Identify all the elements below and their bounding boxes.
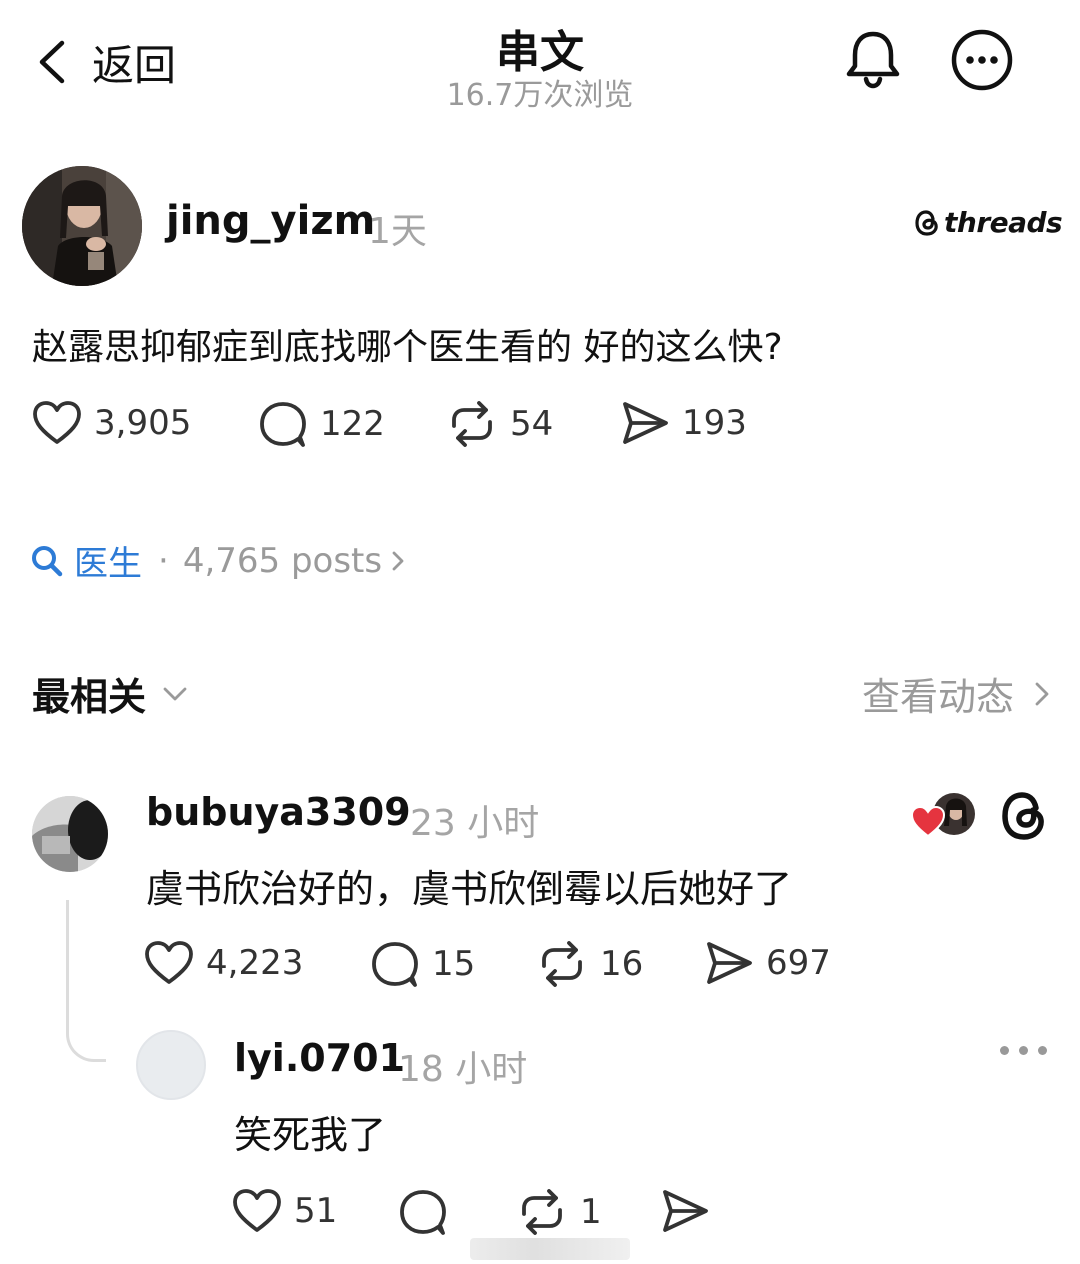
liked-avatar-icon (910, 793, 975, 838)
view-count: 16.7万次浏览 (446, 78, 634, 113)
share-count: 697 (766, 943, 831, 983)
comment-time: 23 小时 (410, 803, 540, 844)
share-button[interactable]: 193 (620, 400, 747, 446)
chevron-down-icon (163, 687, 187, 700)
send-icon (707, 942, 752, 984)
dot (1019, 1046, 1028, 1055)
comment-author-avatar[interactable] (32, 796, 108, 872)
heart-icon (33, 401, 81, 444)
comment-body: 虞书欣治好的，虞书欣倒霉以后她好了 (146, 867, 793, 911)
avatar-photo (32, 796, 108, 872)
threads-logo: threads (914, 206, 1063, 239)
reply-like-button[interactable]: 51 (232, 1188, 337, 1234)
sort-label: 最相关 (32, 675, 147, 719)
topic-tag[interactable]: 医生 · 4,765 posts (30, 536, 406, 585)
author-liked-badge (910, 792, 976, 840)
reply-comment-button[interactable] (398, 1188, 448, 1236)
comment-like-button[interactable]: 4,223 (144, 940, 303, 986)
share-count: 193 (682, 403, 747, 443)
notification-button[interactable] (842, 28, 904, 90)
sort-dropdown[interactable]: 最相关 (32, 666, 188, 721)
activity-label: 查看动态 (861, 675, 1014, 719)
tag-separator: · (158, 540, 169, 581)
repost-count: 54 (510, 404, 554, 444)
post-time: 1天 (368, 211, 427, 252)
post-author-avatar[interactable] (22, 166, 142, 286)
comment-button[interactable]: 122 (258, 400, 385, 448)
bell-icon (846, 31, 900, 89)
threads-icon (915, 209, 938, 236)
dot (1000, 1046, 1009, 1055)
like-button[interactable]: 3,905 (32, 400, 191, 446)
comment-count: 15 (432, 944, 476, 984)
reply-body: 笑死我了 (234, 1113, 387, 1157)
avatar-photo (22, 166, 142, 286)
comment-share-button[interactable]: 697 (704, 940, 831, 986)
heart-icon (145, 941, 193, 984)
tag-name: 医生 (74, 544, 142, 584)
comment-bubble-icon (372, 942, 418, 987)
reply-more-button[interactable] (1000, 1046, 1047, 1055)
search-icon (32, 545, 63, 576)
watermark (470, 1238, 630, 1260)
heart-icon (233, 1189, 281, 1232)
more-circle-icon (951, 29, 1013, 91)
threads-reply-button[interactable] (1000, 790, 1048, 846)
like-count: 51 (294, 1191, 338, 1231)
repost-count: 16 (600, 944, 644, 984)
dot (1038, 1046, 1047, 1055)
post-username[interactable]: jing_yizm (166, 198, 375, 244)
comment-bubble-icon (400, 1190, 446, 1235)
send-icon (623, 402, 668, 444)
repost-icon (452, 401, 492, 447)
post-body: 赵露思抑郁症到底找哪个医生看的 好的这么快? (32, 327, 783, 368)
reply-time: 18 小时 (398, 1049, 528, 1090)
reply-thread-line (66, 900, 106, 1062)
comment-reply-button[interactable]: 15 (370, 940, 475, 988)
like-count: 3,905 (94, 403, 192, 443)
threads-icon (1002, 792, 1044, 840)
comment-bubble-icon (260, 402, 306, 447)
threads-wordmark: threads (944, 206, 1063, 239)
repost-button[interactable]: 54 (446, 400, 553, 448)
reply-repost-button[interactable]: 1 (516, 1188, 602, 1236)
like-count: 4,223 (206, 943, 304, 983)
comment-username[interactable]: bubuya3309 (146, 790, 411, 834)
chevron-right-icon (1035, 682, 1049, 705)
chevron-right-icon (392, 551, 404, 570)
view-activity-link[interactable]: 查看动态 (862, 666, 1050, 721)
reply-author-avatar[interactable] (136, 1030, 206, 1100)
comment-count: 122 (320, 404, 385, 444)
repost-count: 1 (580, 1192, 602, 1232)
repost-icon (542, 941, 582, 987)
reply-username[interactable]: lyi.0701 (234, 1036, 405, 1080)
tag-post-count: 4,765 posts (182, 540, 383, 581)
reply-share-button[interactable] (660, 1188, 710, 1234)
comment-repost-button[interactable]: 16 (536, 940, 643, 988)
more-options-button[interactable] (950, 28, 1014, 92)
repost-icon (522, 1189, 562, 1235)
send-icon (663, 1190, 708, 1232)
